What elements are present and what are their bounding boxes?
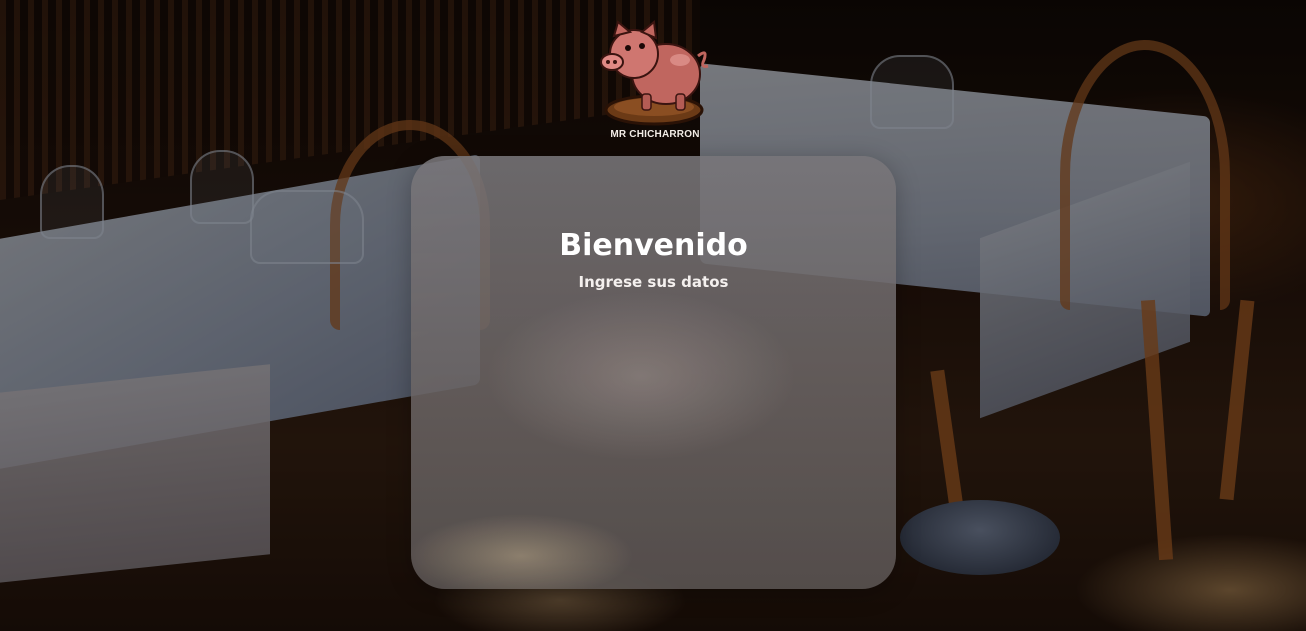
welcome-subtitle: Ingrese sus datos (578, 273, 729, 291)
login-page: MR CHICHARRON Bienvenido Ingrese sus dat… (0, 0, 1306, 631)
pig-icon (600, 20, 709, 126)
login-card: Bienvenido Ingrese sus datos (411, 156, 896, 589)
brand-logo: MR CHICHARRON (598, 16, 712, 148)
welcome-title: Bienvenido (559, 228, 748, 263)
brand-name: MR CHICHARRON (610, 129, 700, 140)
